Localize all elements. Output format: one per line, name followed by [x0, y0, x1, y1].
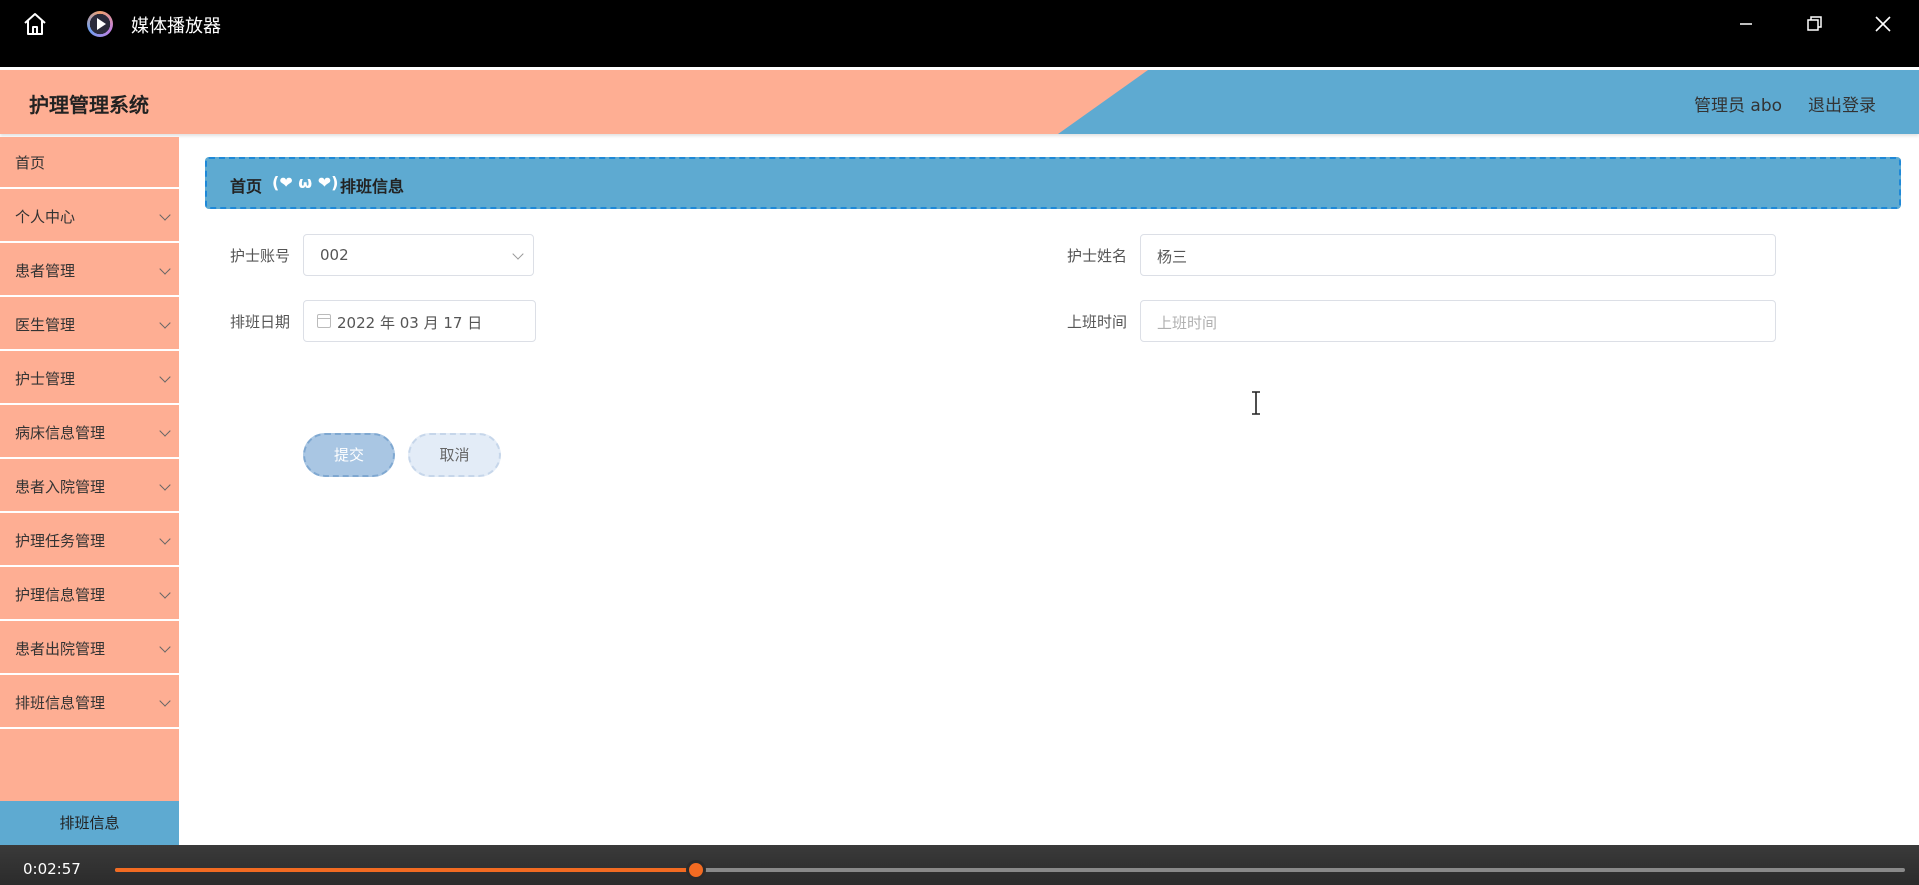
nurse-account-value: 002 [320, 246, 349, 264]
sidebar-item-patients[interactable]: 患者管理 [0, 245, 179, 297]
sidebar-item-label: 病床信息管理 [15, 424, 106, 442]
chevron-down-icon [159, 695, 171, 707]
nurse-name-label: 护士姓名 [1067, 247, 1128, 265]
chevron-down-icon [159, 533, 171, 545]
shift-time-label: 上班时间 [1067, 313, 1128, 331]
sidebar-item-label: 护士管理 [15, 370, 76, 388]
sidebar-item-label: 个人中心 [15, 208, 76, 226]
cancel-button[interactable]: 取消 [408, 433, 501, 477]
nurse-account-select[interactable]: 002 [303, 234, 534, 276]
minimize-icon[interactable] [1732, 10, 1760, 38]
calendar-icon [317, 314, 331, 328]
shift-time-input[interactable]: 上班时间 [1140, 300, 1776, 342]
sidebar-subitem-schedule-info[interactable]: 排班信息 [0, 801, 179, 846]
sidebar-item-label: 排班信息管理 [15, 694, 106, 712]
sidebar-item-label: 患者出院管理 [15, 640, 106, 658]
seek-bar-handle[interactable] [685, 860, 706, 880]
app-title: 护理管理系统 [29, 93, 149, 117]
sidebar-item-nurses[interactable]: 护士管理 [0, 353, 179, 405]
sidebar-item-care-info[interactable]: 护理信息管理 [0, 569, 179, 621]
sidebar-item-label: 护理信息管理 [15, 586, 106, 604]
player-title: 媒体播放器 [131, 16, 221, 37]
nurse-account-label: 护士账号 [230, 247, 291, 265]
schedule-date-label: 排班日期 [230, 313, 291, 331]
sidebar-menu: 首页 个人中心 患者管理 医生管理 护士管理 病床信息管理 患者入院管理 护理任… [0, 137, 179, 885]
sidebar-item-label: 医生管理 [15, 316, 76, 334]
player-titlebar: 媒体播放器 [0, 0, 1919, 48]
chevron-down-icon [159, 425, 171, 437]
admin-user-label: 管理员 abo [1694, 96, 1783, 116]
current-time: 0:02:57 [23, 860, 81, 878]
restore-icon[interactable] [1800, 10, 1828, 38]
nurse-name-input[interactable]: 杨三 [1140, 234, 1776, 276]
breadcrumb-separator: (❤ ω ❤) [272, 173, 339, 192]
chevron-down-icon [159, 317, 171, 329]
breadcrumb-home[interactable]: 首页 [230, 173, 262, 197]
chevron-down-icon [159, 263, 171, 275]
sidebar-item-label: 患者入院管理 [15, 478, 106, 496]
app-header: 护理管理系统 管理员 abo 退出登录 [0, 70, 1919, 134]
close-icon[interactable] [1869, 10, 1897, 38]
chevron-down-icon [512, 248, 524, 260]
seek-bar-progress [115, 868, 696, 872]
shift-time-placeholder: 上班时间 [1157, 314, 1218, 332]
chevron-down-icon [159, 371, 171, 383]
breadcrumb: 首页 (❤ ω ❤) 排班信息 [205, 157, 1901, 209]
schedule-date-picker[interactable]: 2022 年 03 月 17 日 [303, 300, 536, 342]
sidebar-item-schedule[interactable]: 排班信息管理 [0, 677, 179, 729]
sidebar-item-admissions[interactable]: 患者入院管理 [0, 461, 179, 513]
sidebar-item-home[interactable]: 首页 [0, 137, 179, 189]
sidebar-item-label: 首页 [15, 154, 46, 172]
chevron-down-icon [159, 587, 171, 599]
chevron-down-icon [159, 209, 171, 221]
playback-bar: 0:02:57 [0, 845, 1919, 885]
sidebar-item-doctors[interactable]: 医生管理 [0, 299, 179, 351]
sidebar-item-discharge[interactable]: 患者出院管理 [0, 623, 179, 675]
sidebar-item-label: 护理任务管理 [15, 532, 106, 550]
sidebar-item-personal-center[interactable]: 个人中心 [0, 191, 179, 243]
media-player-icon [87, 11, 113, 37]
logout-link[interactable]: 退出登录 [1808, 91, 1876, 116]
breadcrumb-current: 排班信息 [340, 177, 405, 196]
home-icon[interactable] [22, 12, 48, 36]
submit-button[interactable]: 提交 [303, 433, 395, 477]
text-cursor-icon [1252, 391, 1260, 415]
chevron-down-icon [159, 479, 171, 491]
sidebar-item-label: 患者管理 [15, 262, 76, 280]
nurse-name-value: 杨三 [1157, 248, 1188, 266]
sidebar-item-care-tasks[interactable]: 护理任务管理 [0, 515, 179, 567]
sidebar-item-beds[interactable]: 病床信息管理 [0, 407, 179, 459]
schedule-date-value: 2022 年 03 月 17 日 [337, 314, 483, 332]
video-area: 护理管理系统 管理员 abo 退出登录 首页 个人中心 患者管理 医生管理 护士… [0, 48, 1919, 885]
chevron-down-icon [159, 641, 171, 653]
web-app-frame: 护理管理系统 管理员 abo 退出登录 首页 个人中心 患者管理 医生管理 护士… [0, 67, 1919, 885]
seek-bar[interactable] [115, 860, 1905, 880]
